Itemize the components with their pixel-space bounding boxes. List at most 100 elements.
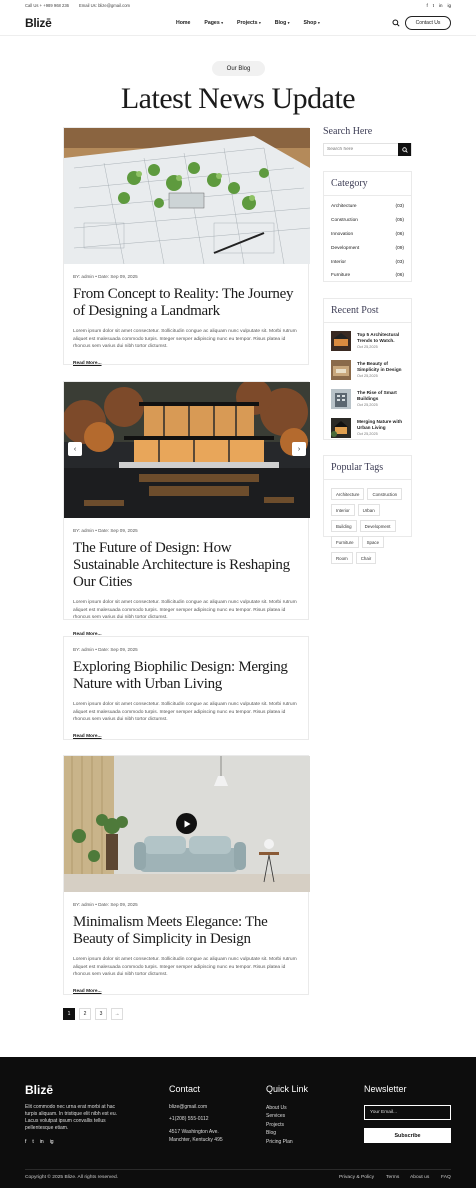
twitter-icon[interactable]: t xyxy=(32,1139,33,1145)
chevron-right-icon: › xyxy=(297,445,301,453)
footer-social: f t in ig xyxy=(25,1139,54,1145)
chevron-down-icon: ▾ xyxy=(287,21,290,25)
contact-address-line: 4517 Washington Ave. xyxy=(169,1128,219,1135)
footer-bottom-link[interactable]: About us xyxy=(410,1175,429,1180)
nav-item-shop[interactable]: Shop ▾ xyxy=(304,20,320,26)
contact-email[interactable]: blize@gmail.com xyxy=(169,1103,223,1111)
footer-description: Elit commodo nec urna erat morbi at hac … xyxy=(25,1104,117,1131)
instagram-icon[interactable]: ig xyxy=(50,1139,54,1145)
page-title: Latest News Update xyxy=(120,82,356,115)
carousel-next-button[interactable]: › xyxy=(292,442,306,456)
subscribe-button[interactable]: Subscribe xyxy=(364,1128,451,1143)
search-icon xyxy=(401,146,408,153)
category-item[interactable]: Interior (03) xyxy=(324,255,411,269)
nav-item-pages[interactable]: Pages ▾ xyxy=(204,20,223,26)
sidebar-search-button[interactable] xyxy=(398,143,411,156)
category-item[interactable]: Furniture (06) xyxy=(324,269,411,283)
contact-heading: Contact xyxy=(169,1084,201,1094)
tag-chip[interactable]: Space xyxy=(361,536,385,548)
nav-item-projects[interactable]: Projects ▾ xyxy=(237,20,261,26)
post-image-blueprint[interactable] xyxy=(64,128,310,264)
category-item[interactable]: Construction (05) xyxy=(324,214,411,228)
tag-chip[interactable]: Chair xyxy=(355,552,377,564)
tag-chip[interactable]: Architecture xyxy=(331,488,365,500)
contact-us-button[interactable]: Contact Us xyxy=(405,16,451,30)
tag-chip[interactable]: Building xyxy=(331,520,357,532)
instagram-icon[interactable]: ig xyxy=(447,3,451,8)
nav-item-home[interactable]: Home xyxy=(176,20,190,26)
nav-item-blog[interactable]: Blog ▾ xyxy=(275,20,290,26)
main-nav: Home Pages ▾ Projects ▾ Blog ▾ Shop ▾ xyxy=(176,10,320,36)
post-image-house[interactable]: ‹ › xyxy=(64,382,310,518)
search-icon[interactable] xyxy=(392,19,400,27)
play-video-button[interactable] xyxy=(176,813,197,834)
post-meta: BY: admin • Date: Sep 09, 2025 xyxy=(73,647,138,652)
read-more-link[interactable]: Read More... xyxy=(73,734,102,739)
facebook-icon[interactable]: f xyxy=(426,3,427,8)
tag-chip[interactable]: Furniture xyxy=(331,536,359,548)
page-2-button[interactable]: 2 xyxy=(79,1008,91,1020)
recent-post-widget-title: Recent Post xyxy=(331,305,379,316)
newsletter-email-input[interactable]: Your Email... xyxy=(364,1105,451,1120)
tag-chip[interactable]: Room xyxy=(331,552,353,564)
footer-bottom-link[interactable]: Terms xyxy=(386,1175,399,1180)
search-widget-title: Search Here xyxy=(323,126,373,137)
footer-link[interactable]: Projects xyxy=(266,1121,293,1129)
blog-card: ‹ › BY: admin • Date: Sep 09, 2025 The F… xyxy=(63,381,310,637)
footer-link[interactable]: Pricing Plan xyxy=(266,1138,293,1146)
blog-card: BY: admin • Date: Sep 09, 2025 Minimalis… xyxy=(63,755,310,995)
copyright: Copyright © 2025 Blize. All rights reser… xyxy=(25,1175,119,1180)
tag-chip[interactable]: Development xyxy=(359,520,396,532)
footer-logo[interactable]: Blizē xyxy=(25,1083,53,1097)
tag-chip[interactable]: Urban xyxy=(357,504,380,516)
post-excerpt: Lorem ipsum dolor sit amet consectetur. … xyxy=(73,702,297,723)
next-page-button[interactable]: → xyxy=(111,1008,123,1020)
footer-bottom-link[interactable]: Privacy & Policy xyxy=(339,1175,374,1180)
recent-post-thumbnail xyxy=(331,359,351,380)
recent-post-widget: Recent Post Top 5 Architectural Trends t… xyxy=(323,298,412,440)
blog-card: BY: admin • Date: Sep 09, 2025 From Conc… xyxy=(63,127,310,366)
linkedin-icon[interactable]: in xyxy=(439,3,443,8)
sidebar-search xyxy=(323,143,412,156)
twitter-icon[interactable]: t xyxy=(433,3,434,8)
recent-post-item[interactable]: Top 5 Architectural Trends to Watch. Oct … xyxy=(324,326,411,355)
popular-tags-widget: Popular Tags Architecture Construction I… xyxy=(323,455,412,564)
linkedin-icon[interactable]: in xyxy=(40,1139,44,1145)
topbar-phone: Call Us + +989 968 236 xyxy=(25,2,69,8)
contact-phone[interactable]: +1(208) 555-0112 xyxy=(169,1115,223,1123)
post-title[interactable]: From Concept to Reality: The Journey of … xyxy=(73,286,299,320)
quick-links: About Us Services Projects Blog Pricing … xyxy=(266,1104,293,1146)
tag-chip[interactable]: Interior xyxy=(331,504,355,516)
recent-post-item[interactable]: Merging Nature with Urban Living Oct 25,2… xyxy=(324,413,411,442)
top-bar: Call Us + +989 968 236 Email Us: blize@g… xyxy=(0,0,476,10)
post-title[interactable]: Minimalism Meets Elegance: The Beauty of… xyxy=(73,914,299,948)
footer-link[interactable]: Blog xyxy=(266,1129,293,1137)
category-item[interactable]: Development (09) xyxy=(324,241,411,255)
footer-bottom-link[interactable]: FAQ xyxy=(441,1175,451,1180)
contact-info: blize@gmail.com +1(208) 555-0112 4517 Wa… xyxy=(169,1103,223,1145)
recent-post-item[interactable]: The Rise of Smart Buildings Oct 25,2025 xyxy=(324,384,411,413)
page-1-button[interactable]: 1 xyxy=(63,1008,75,1020)
contact-address-line: Manchter, Kentucky 495 xyxy=(169,1137,223,1144)
recent-post-thumbnail xyxy=(331,330,351,351)
footer-link[interactable]: About Us xyxy=(266,1104,293,1112)
category-item[interactable]: Architecture (03) xyxy=(324,200,411,214)
page-3-button[interactable]: 3 xyxy=(95,1008,107,1020)
sidebar-search-input[interactable] xyxy=(324,147,398,152)
post-image-living-room[interactable] xyxy=(64,756,310,892)
category-widget: Category Architecture (03) Construction (0… xyxy=(323,171,412,282)
carousel-prev-button[interactable]: ‹ xyxy=(68,442,82,456)
topbar-email: Email Us: blize@gmail.com xyxy=(79,2,131,8)
footer-link[interactable]: Services xyxy=(266,1112,293,1120)
post-title[interactable]: Exploring Biophilic Design: Merging Natu… xyxy=(73,659,299,693)
post-title[interactable]: The Future of Design: How Sustainable Ar… xyxy=(73,540,299,591)
blog-card: BY: admin • Date: Sep 09, 2025 Exploring… xyxy=(63,636,309,740)
logo[interactable]: Blizē xyxy=(25,16,52,30)
recent-post-item[interactable]: The Beauty of Simplicity in Design Oct 25… xyxy=(324,355,411,384)
read-more-link[interactable]: Read More... xyxy=(73,361,102,366)
facebook-icon[interactable]: f xyxy=(25,1139,26,1145)
read-more-link[interactable]: Read More... xyxy=(73,989,102,994)
tag-chip[interactable]: Construction xyxy=(367,488,403,500)
category-item[interactable]: Innovation (06) xyxy=(324,228,411,242)
recent-post-thumbnail xyxy=(331,388,351,409)
